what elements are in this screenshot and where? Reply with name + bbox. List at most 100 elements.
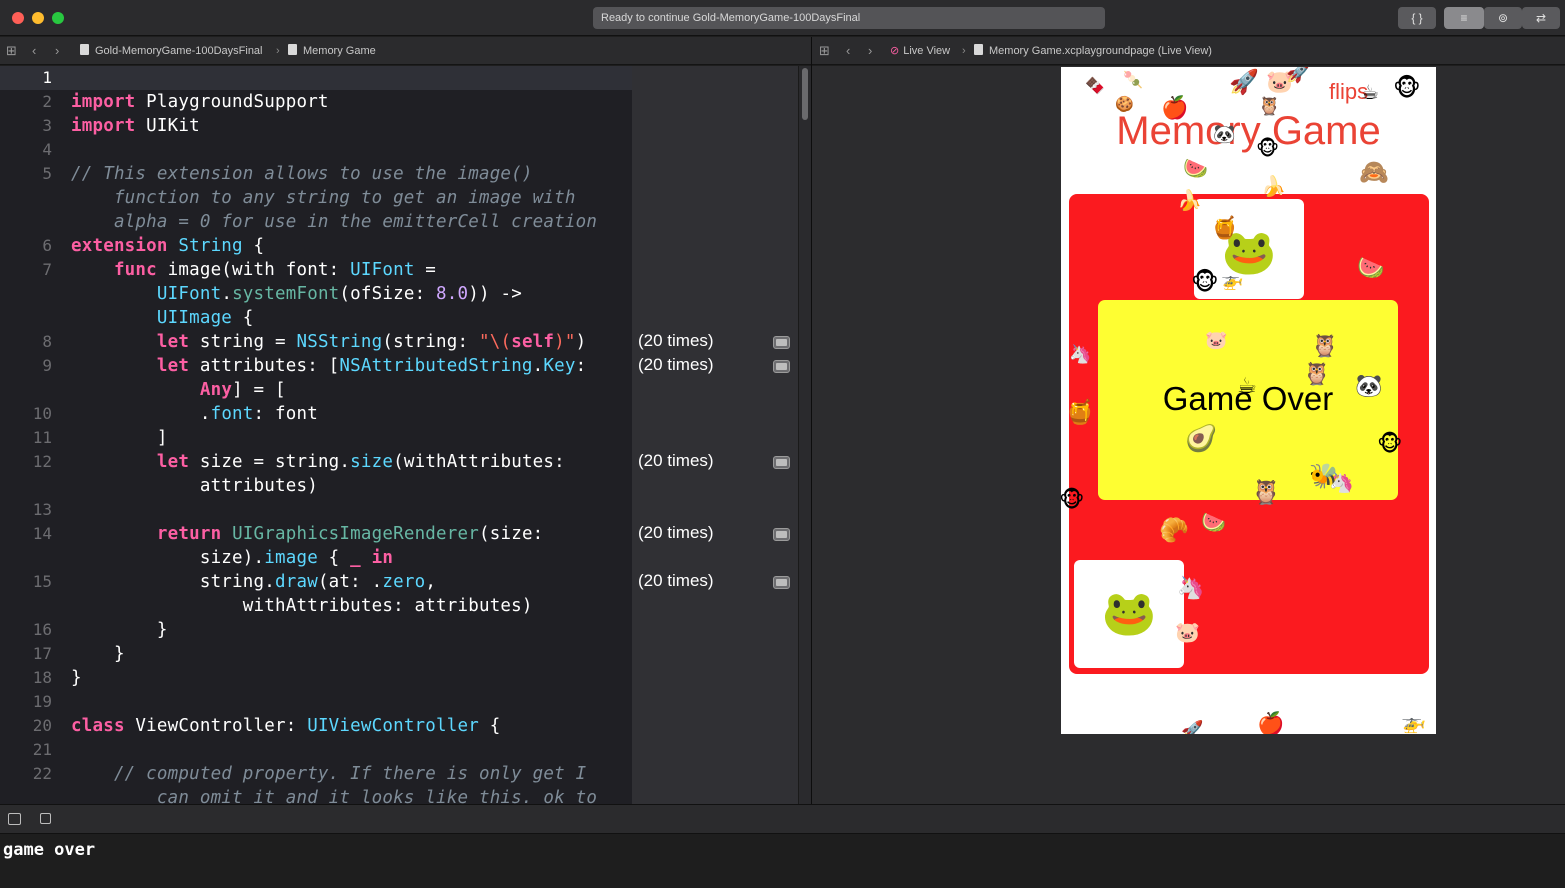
minimize-window-button[interactable] bbox=[32, 12, 44, 24]
breadcrumb-page[interactable]: Memory Game bbox=[288, 37, 376, 65]
forward-arrow-icon[interactable]: › bbox=[55, 37, 59, 65]
confetti-emoji: 🐵 bbox=[1393, 75, 1421, 102]
line-number: 6 bbox=[42, 236, 52, 255]
hide-debug-area-icon[interactable] bbox=[8, 813, 21, 825]
editor-jumpbar: ⊞ ‹ › Gold-MemoryGame-100DaysFinal › Mem… bbox=[0, 37, 811, 65]
activity-status: Ready to continue Gold-MemoryGame-100Day… bbox=[593, 7, 1105, 29]
line-number: 14 bbox=[32, 524, 52, 543]
page-file-icon bbox=[974, 44, 983, 55]
confetti-emoji: 🐷 bbox=[1175, 622, 1200, 644]
result-count: (20 times) bbox=[638, 451, 714, 470]
console-area[interactable]: game over bbox=[0, 835, 1565, 888]
standard-editor-button[interactable]: ≡ bbox=[1444, 7, 1484, 29]
current-line-highlight bbox=[0, 66, 632, 90]
confetti-emoji: 🍡 bbox=[1123, 72, 1143, 89]
quick-look-icon[interactable] bbox=[773, 360, 790, 373]
code-comment: function to any string to get an image w… bbox=[71, 188, 576, 208]
version-editor-button[interactable]: ⇄ bbox=[1522, 7, 1560, 29]
live-view-icon: ⊘ bbox=[890, 45, 900, 57]
playground-file-icon bbox=[80, 44, 89, 55]
related-items-icon[interactable]: ⊞ bbox=[819, 37, 830, 65]
zoom-window-button[interactable] bbox=[52, 12, 64, 24]
back-arrow-icon[interactable]: ‹ bbox=[32, 37, 36, 65]
code-comment: // computed property. If there is only g… bbox=[71, 764, 587, 784]
line-number: 20 bbox=[32, 716, 52, 735]
line-number: 19 bbox=[32, 692, 52, 711]
result-count: (20 times) bbox=[638, 523, 714, 542]
breadcrumb-separator-icon: › bbox=[962, 45, 966, 57]
code-line: extension String { bbox=[71, 236, 265, 256]
line-number: 9 bbox=[42, 356, 52, 375]
code-comment: can omit it and it looks like this. ok t… bbox=[71, 788, 598, 804]
back-arrow-icon[interactable]: ‹ bbox=[846, 37, 850, 65]
console-output: game over bbox=[3, 840, 96, 860]
quick-look-icon[interactable] bbox=[773, 528, 790, 541]
line-number: 5 bbox=[42, 164, 52, 183]
code-line: string.draw(at: .zero, bbox=[71, 572, 437, 592]
confetti-emoji: 🐼 bbox=[1213, 124, 1236, 144]
confetti-emoji: 🍫 bbox=[1085, 78, 1105, 95]
confetti-emoji: 🚀 bbox=[1229, 69, 1259, 96]
confetti-emoji: 🥑 bbox=[1185, 423, 1218, 453]
confetti-emoji: 🐵 bbox=[1377, 431, 1403, 456]
results-sidebar: (20 times) (20 times) (20 times) (20 tim… bbox=[632, 66, 798, 804]
confetti-emoji: 🍉 bbox=[1183, 158, 1208, 180]
source-editor[interactable]: 1 2 3 4 5 6 7 8 9 10 11 12 13 14 15 16 1… bbox=[0, 66, 632, 804]
confetti-emoji: 🍎 bbox=[1257, 711, 1285, 735]
assistant-editor-button[interactable]: ⊚ bbox=[1484, 7, 1522, 29]
confetti-emoji: 🐵 bbox=[1061, 487, 1085, 512]
quick-look-icon[interactable] bbox=[773, 576, 790, 589]
code-line: import UIKit bbox=[71, 116, 200, 136]
editor-scrollbar[interactable] bbox=[798, 66, 811, 804]
confetti-emoji: 🚁 bbox=[1221, 270, 1244, 290]
scroll-thumb[interactable] bbox=[802, 68, 808, 120]
line-number: 4 bbox=[42, 140, 52, 159]
code-line: } bbox=[71, 668, 82, 688]
line-number: 1 bbox=[42, 68, 52, 87]
card-face-up[interactable]: 🐸 bbox=[1074, 560, 1184, 668]
code-line: return UIGraphicsImageRenderer(size: bbox=[71, 524, 544, 544]
code-line: UIFont.systemFont(ofSize: 8.0)) -> bbox=[156, 284, 522, 304]
related-items-icon[interactable]: ⊞ bbox=[6, 37, 17, 65]
line-number: 12 bbox=[32, 452, 52, 471]
result-count: (20 times) bbox=[638, 331, 714, 350]
result-count: (20 times) bbox=[638, 355, 714, 374]
confetti-emoji: 🥐 bbox=[1159, 517, 1189, 544]
confetti-emoji: 🍯 bbox=[1065, 399, 1095, 426]
forward-arrow-icon[interactable]: › bbox=[868, 37, 872, 65]
confetti-emoji: 🦉 bbox=[1258, 96, 1281, 116]
code-line: func image(with font: UIFont = bbox=[71, 260, 437, 280]
line-number: 11 bbox=[32, 428, 52, 447]
confetti-emoji: 🐷 bbox=[1205, 330, 1228, 350]
line-number: 13 bbox=[32, 500, 52, 519]
line-number: 22 bbox=[32, 764, 52, 783]
debug-bar bbox=[0, 804, 1565, 834]
code-line: import PlaygroundSupport bbox=[71, 92, 329, 112]
breadcrumb-live-view[interactable]: ⊘ Live View bbox=[890, 37, 950, 65]
run-stop-icon[interactable] bbox=[40, 813, 51, 824]
code-line: let attributes: [NSAttributedString.Key: bbox=[71, 356, 587, 376]
code-comment: // This extension allows to use the imag… bbox=[71, 164, 533, 184]
confetti-emoji: 🐵 bbox=[1191, 269, 1219, 296]
line-number: 8 bbox=[42, 332, 52, 351]
code-line: withAttributes: attributes) bbox=[71, 596, 533, 616]
breadcrumb-live-page[interactable]: Memory Game.xcplaygroundpage (Live View) bbox=[974, 37, 1212, 65]
live-view-phone[interactable]: Memory Game flips 🐸 🐸 Game Over 🍫 🍡 🍪 🍎 … bbox=[1061, 67, 1436, 734]
code-line: Any] = [ bbox=[199, 380, 286, 400]
confetti-emoji: 🍌 bbox=[1261, 176, 1286, 198]
confetti-emoji: 🍪 bbox=[1115, 96, 1134, 113]
quick-look-icon[interactable] bbox=[773, 456, 790, 469]
confetti-emoji: 🐵 bbox=[1256, 138, 1280, 160]
code-line: UIImage { bbox=[156, 308, 254, 328]
code-line: ] bbox=[71, 428, 168, 448]
library-button[interactable]: { } bbox=[1398, 7, 1436, 29]
quick-look-icon[interactable] bbox=[773, 336, 790, 349]
confetti-emoji: 🚀 bbox=[1286, 67, 1311, 84]
live-view-jumpbar: ⊞ ‹ › ⊘ Live View › Memory Game.xcplaygro… bbox=[812, 37, 1565, 65]
code-line: .font: font bbox=[71, 404, 318, 424]
line-number: 15 bbox=[32, 572, 52, 591]
confetti-emoji: 🍯 bbox=[1211, 215, 1239, 240]
breadcrumb-project[interactable]: Gold-MemoryGame-100DaysFinal bbox=[80, 37, 263, 65]
close-window-button[interactable] bbox=[12, 12, 24, 24]
confetti-emoji: 🦄 bbox=[1069, 344, 1092, 364]
